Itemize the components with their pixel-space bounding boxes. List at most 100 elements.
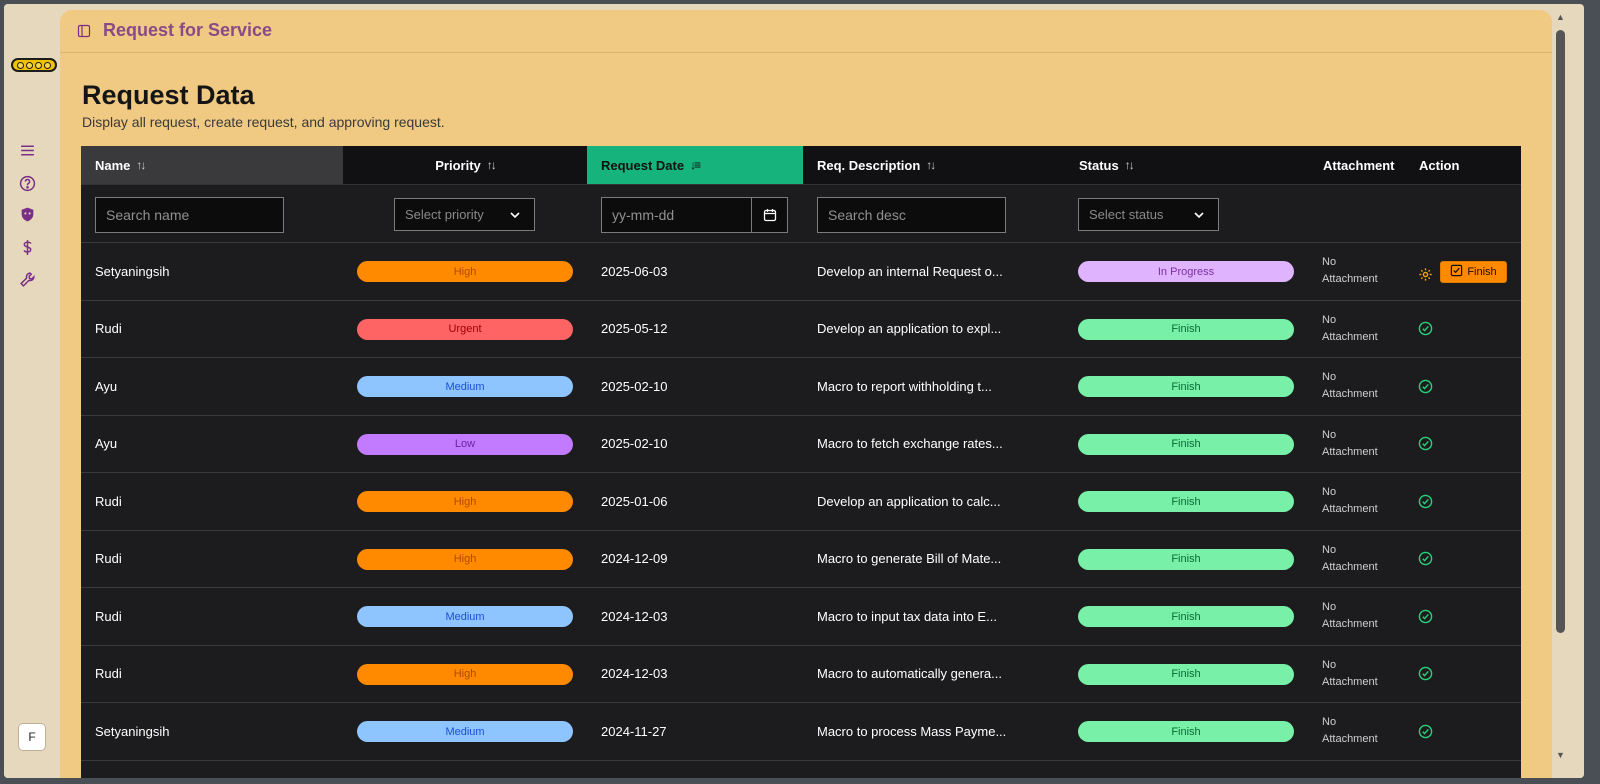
cell-description: Macro to automatically genera...: [817, 666, 1002, 682]
calendar-icon[interactable]: [752, 198, 787, 232]
cell-name: Rudi: [95, 551, 122, 567]
attachment-text-1: No: [1322, 543, 1337, 556]
status-badge: Finish: [1078, 721, 1294, 742]
sort-desc-icon: ↓≡: [690, 158, 701, 172]
cell-attachment: No Attachment: [1322, 358, 1378, 415]
header-action: Action: [1405, 146, 1521, 185]
settings-gear-icon[interactable]: [1418, 267, 1433, 282]
attachment-text-1: No: [1322, 658, 1337, 671]
scrollbar-thumb[interactable]: [1556, 30, 1565, 633]
cell-attachment: No Attachment: [1322, 703, 1378, 760]
cell-date: 2025-01-06: [601, 493, 668, 509]
cell-date: 2024-11-27: [601, 723, 667, 739]
user-avatar[interactable]: F: [18, 723, 46, 751]
cell-description: Macro to report withholding t...: [817, 378, 992, 394]
table-row[interactable]: Ayu Low 2025-02-10 Macro to fetch exchan…: [81, 416, 1521, 473]
check-circle-icon: [1418, 609, 1433, 624]
sidebar: F: [4, 4, 60, 778]
priority-badge: High: [357, 491, 573, 512]
finish-button[interactable]: Finish: [1440, 261, 1507, 283]
cell-description: Macro to process Mass Payme...: [817, 723, 1007, 739]
check-circle-icon: [1418, 321, 1433, 336]
attachment-text-1: No: [1322, 256, 1337, 269]
table-row[interactable]: Rudi Urgent 2025-05-12 Develop an applic…: [81, 301, 1521, 358]
menu-icon[interactable]: [17, 140, 37, 160]
app-window: F Request for Service Request Data Displ…: [4, 4, 1584, 778]
chevron-down-icon: [1194, 212, 1204, 219]
cell-date: 2025-02-10: [601, 378, 668, 394]
cell-date: 2024-12-03: [601, 608, 668, 624]
cell-attachment: No Attachment: [1322, 646, 1378, 703]
priority-select[interactable]: Select priority: [394, 198, 535, 231]
attachment-text-2: Attachment: [1322, 388, 1378, 401]
help-icon[interactable]: [17, 173, 37, 193]
cell-action: [1418, 646, 1433, 703]
sidebar-toggle-icon[interactable]: [77, 24, 91, 38]
cell-description: Macro to input tax data into E...: [817, 608, 997, 624]
table-row[interactable]: Rudi High 2024-12-09 Macro to generate B…: [81, 531, 1521, 588]
attachment-text-1: No: [1322, 428, 1337, 441]
attachment-text-2: Attachment: [1322, 503, 1378, 516]
status-badge: Finish: [1078, 433, 1294, 455]
cell-action: [1418, 588, 1433, 645]
search-desc-input[interactable]: [817, 197, 1006, 233]
scroll-up-arrow[interactable]: ▲: [1555, 12, 1566, 22]
table-header: Name ↑↓ Priority ↑↓ Request Date ↓≡ Req. De…: [81, 146, 1521, 185]
cell-date: 2025-02-10: [601, 436, 668, 452]
cell-date: 2025-05-12: [601, 321, 668, 337]
status-badge: Finish: [1078, 491, 1294, 512]
check-circle-icon: [1418, 666, 1433, 681]
attachment-text-2: Attachment: [1322, 560, 1378, 573]
attachment-text-1: No: [1322, 601, 1337, 614]
cell-name: Setyaningsih: [95, 723, 170, 739]
cell-date: 2024-12-03: [601, 666, 668, 682]
attachment-text-2: Attachment: [1322, 445, 1378, 458]
header-request-date[interactable]: Request Date ↓≡: [587, 146, 803, 185]
main-panel: Request for Service Request Data Display…: [60, 10, 1552, 778]
date-filter[interactable]: yy-mm-dd: [601, 197, 788, 233]
sort-icon: ↑↓: [136, 158, 146, 172]
attachment-text-1: No: [1322, 716, 1337, 729]
table-row[interactable]: Rudi High 2024-12-03 Macro to automatica…: [81, 646, 1521, 703]
status-badge: Finish: [1078, 663, 1294, 685]
header-description[interactable]: Req. Description ↑↓: [803, 146, 1065, 185]
date-input[interactable]: yy-mm-dd: [602, 198, 752, 232]
top-bar: Request for Service: [60, 10, 1552, 53]
cell-date: 2025-06-03: [601, 263, 668, 279]
sort-icon: ↑↓: [1124, 158, 1135, 172]
app-title: Request for Service: [103, 20, 273, 40]
table-row[interactable]: Rudi Medium 2024-12-03 Macro to input ta…: [81, 588, 1521, 646]
check-circle-icon: [1418, 551, 1433, 566]
cell-description: Develop an internal Request o...: [817, 263, 1003, 279]
attachment-text-1: No: [1322, 371, 1337, 384]
status-select[interactable]: Select status: [1078, 198, 1219, 231]
requests-table: Name ↑↓ Priority ↑↓ Request Date ↓≡ Req. De…: [81, 146, 1521, 778]
company-logo: [11, 58, 57, 72]
table-body: Setyaningsih High 2025-06-03 Develop an …: [81, 243, 1521, 761]
priority-badge: Medium: [357, 606, 573, 627]
header-priority[interactable]: Priority ↑↓: [343, 146, 587, 185]
cell-attachment: No Attachment: [1322, 301, 1378, 358]
table-row[interactable]: Ayu Medium 2025-02-10 Macro to report wi…: [81, 358, 1521, 416]
status-badge: Finish: [1078, 318, 1294, 340]
search-name-input[interactable]: [95, 197, 284, 233]
wrench-icon[interactable]: [17, 269, 37, 289]
header-status[interactable]: Status ↑↓: [1065, 146, 1309, 185]
cell-date: 2024-12-09: [601, 551, 668, 567]
table-row[interactable]: Setyaningsih High 2025-06-03 Develop an …: [81, 243, 1521, 301]
header-name[interactable]: Name ↑↓: [81, 146, 343, 185]
table-row[interactable]: Rudi High 2025-01-06 Develop an applicat…: [81, 473, 1521, 531]
dollar-icon[interactable]: [17, 237, 37, 257]
page-title: Request Data: [82, 80, 255, 110]
cell-attachment: No Attachment: [1322, 243, 1378, 300]
priority-badge: High: [357, 548, 573, 570]
shield-icon[interactable]: [17, 204, 37, 224]
scroll-down-arrow[interactable]: ▼: [1555, 750, 1566, 760]
status-badge: Finish: [1078, 376, 1294, 397]
check-square-icon: [1450, 264, 1467, 280]
scrollbar[interactable]: ▲ ▼: [1552, 8, 1584, 778]
table-row[interactable]: Setyaningsih Medium 2024-11-27 Macro to …: [81, 703, 1521, 761]
attachment-text-2: Attachment: [1322, 733, 1378, 746]
attachment-text-2: Attachment: [1322, 675, 1378, 688]
cell-action: Finish: [1418, 243, 1507, 300]
